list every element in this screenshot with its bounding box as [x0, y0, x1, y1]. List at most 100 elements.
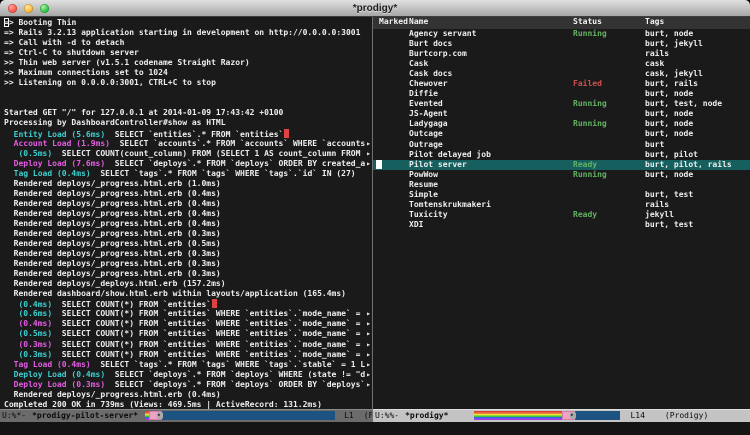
emacs-window: *prodigy* => Booting Thin=> Rails 3.2.13…: [0, 0, 750, 435]
service-status: [573, 69, 645, 79]
editor-split: => Booting Thin=> Rails 3.2.13 applicati…: [0, 17, 750, 422]
service-row[interactable]: Pilot serverReadyburt, pilot, rails: [373, 160, 750, 170]
log-line: Rendered deploys/_progress.html.erb (0.5…: [4, 239, 372, 249]
truncation-arrow-icon: ▸: [365, 329, 372, 339]
service-row[interactable]: Cask docscask, jekyll: [373, 69, 750, 79]
service-row[interactable]: Burt docsburt, jekyll: [373, 39, 750, 49]
service-status: [573, 180, 645, 190]
zoom-button[interactable]: [40, 4, 49, 13]
modeline-buffer-name: *prodigy-pilot-server*: [32, 411, 138, 420]
truncation-arrow-icon: ▸: [365, 149, 372, 159]
service-row[interactable]: Caskcask: [373, 59, 750, 69]
truncation-arrow-icon: ▸: [365, 350, 372, 360]
service-row[interactable]: Simple burt, test: [373, 190, 750, 200]
server-log-window[interactable]: => Booting Thin=> Rails 3.2.13 applicati…: [0, 17, 372, 422]
log-line: => Rails 3.2.13 application starting in …: [4, 28, 372, 38]
close-button[interactable]: [8, 4, 17, 13]
service-tags: [645, 180, 750, 190]
log-line: Deploy Load (0.4ms) SELECT `deploys`.* F…: [4, 370, 372, 380]
marked-cell: [379, 109, 409, 119]
service-row[interactable]: PowWowRunningburt, node: [373, 170, 750, 180]
marked-cell: [379, 119, 409, 129]
marked-cell: [379, 200, 409, 210]
service-status: [573, 220, 645, 230]
service-row[interactable]: Agency servantRunningburt, node: [373, 29, 750, 39]
log-line: Started GET "/" for 127.0.0.1 at 2014-01…: [4, 108, 372, 118]
service-name: Simple: [409, 190, 573, 200]
log-line: => Booting Thin: [4, 18, 372, 28]
prodigy-window[interactable]: Marked Name Status Tags Agency servantRu…: [373, 17, 750, 422]
service-tags: burt, test: [645, 220, 750, 230]
service-status: Failed: [573, 79, 645, 89]
log-line: (0.3ms) SELECT COUNT(*) FROM `entities` …: [4, 340, 372, 350]
service-name: Ladygaga: [409, 119, 573, 129]
service-tags: burt: [645, 140, 750, 150]
log-line: Deploy Load (0.3ms) SELECT `deploys`.* F…: [4, 380, 372, 390]
log-line: (0.5ms) SELECT COUNT(*) FROM `entities` …: [4, 329, 372, 339]
nyan-remaining-bar: [575, 411, 620, 420]
service-tags: burt, node: [645, 109, 750, 119]
truncation-arrow-icon: ▸: [365, 380, 372, 390]
service-row[interactable]: TuxicityReadyjekyll: [373, 210, 750, 220]
modeline-status-flags: U:%*-: [2, 411, 26, 420]
modeline-buffer-name: *prodigy*: [405, 411, 448, 420]
service-name: Cask docs: [409, 69, 573, 79]
log-line: Rendered deploys/_progress.html.erb (0.4…: [4, 189, 372, 199]
window-titlebar[interactable]: *prodigy*: [0, 0, 750, 17]
truncation-arrow-icon: ▸: [365, 370, 372, 380]
service-name: Cask: [409, 59, 573, 69]
service-tags: burt, test: [645, 190, 750, 200]
service-name: Pilot server: [409, 160, 573, 170]
column-header-status: Status: [573, 17, 645, 29]
service-row[interactable]: Diffieburt, node: [373, 89, 750, 99]
marked-cell: [379, 129, 409, 139]
service-name: PowWow: [409, 170, 573, 180]
marked-cell: [379, 49, 409, 59]
column-header-name: Name: [409, 17, 573, 29]
log-line: Rendered dashboard/show.html.erb within …: [4, 289, 372, 299]
service-row[interactable]: Resume: [373, 180, 750, 190]
log-line: Tag Load (0.4ms) SELECT `tags`.* FROM `t…: [4, 360, 372, 370]
service-row[interactable]: Outcageburt, node: [373, 129, 750, 139]
ansi-red-block: [284, 129, 289, 138]
service-tags: burt, node: [645, 29, 750, 39]
nyan-remaining-bar: [162, 411, 335, 420]
log-line: (0.4ms) SELECT COUNT(*) FROM `entities` …: [4, 319, 372, 329]
service-name: Resume: [409, 180, 573, 190]
service-tags: burt, node: [645, 129, 750, 139]
modeline-status-flags: U:%%-: [375, 411, 399, 420]
service-table-header: Marked Name Status Tags: [373, 17, 750, 29]
service-row[interactable]: LadygagaRunningburt, node: [373, 119, 750, 129]
minimize-button[interactable]: [24, 4, 33, 13]
service-row[interactable]: Pilot delayed jobburt, pilot: [373, 150, 750, 160]
service-row[interactable]: JS-Agentburt, node: [373, 109, 750, 119]
truncation-arrow-icon: ▸: [365, 360, 372, 370]
inactive-cursor: =: [4, 18, 9, 27]
active-cursor: [376, 160, 382, 169]
service-tags: jekyll: [645, 210, 750, 220]
log-line: [4, 98, 372, 108]
log-line: Completed 200 OK in 739ms (Views: 469.5m…: [4, 400, 372, 409]
marked-cell: [379, 99, 409, 109]
service-list: Agency servantRunningburt, nodeBurt docs…: [373, 29, 750, 409]
service-name: Agency servant: [409, 29, 573, 39]
service-row[interactable]: ChewoverFailedburt, rails: [373, 79, 750, 89]
service-tags: burt, rails: [645, 79, 750, 89]
log-line: Rendered deploys/_progress.html.erb (1.0…: [4, 179, 372, 189]
log-line: => Ctrl-C to shutdown server: [4, 48, 372, 58]
service-name: Chewover: [409, 79, 573, 89]
service-status: Running: [573, 170, 645, 180]
log-line: Rendered deploys/_progress.html.erb (0.4…: [4, 390, 372, 400]
service-name: Evented: [409, 99, 573, 109]
service-row[interactable]: Tomtenskrukmakerirails: [373, 200, 750, 210]
service-status: [573, 150, 645, 160]
service-row[interactable]: XDIburt, test: [373, 220, 750, 230]
service-row[interactable]: Outrageburt: [373, 140, 750, 150]
marked-cell: [379, 39, 409, 49]
service-name: Tomtenskrukmakeri: [409, 200, 573, 210]
minibuffer[interactable]: [0, 422, 750, 435]
service-row[interactable]: Burtcorp.comrails: [373, 49, 750, 59]
marked-cell: [379, 170, 409, 180]
service-row[interactable]: EventedRunningburt, test, node: [373, 99, 750, 109]
service-status: Ready: [573, 160, 645, 170]
